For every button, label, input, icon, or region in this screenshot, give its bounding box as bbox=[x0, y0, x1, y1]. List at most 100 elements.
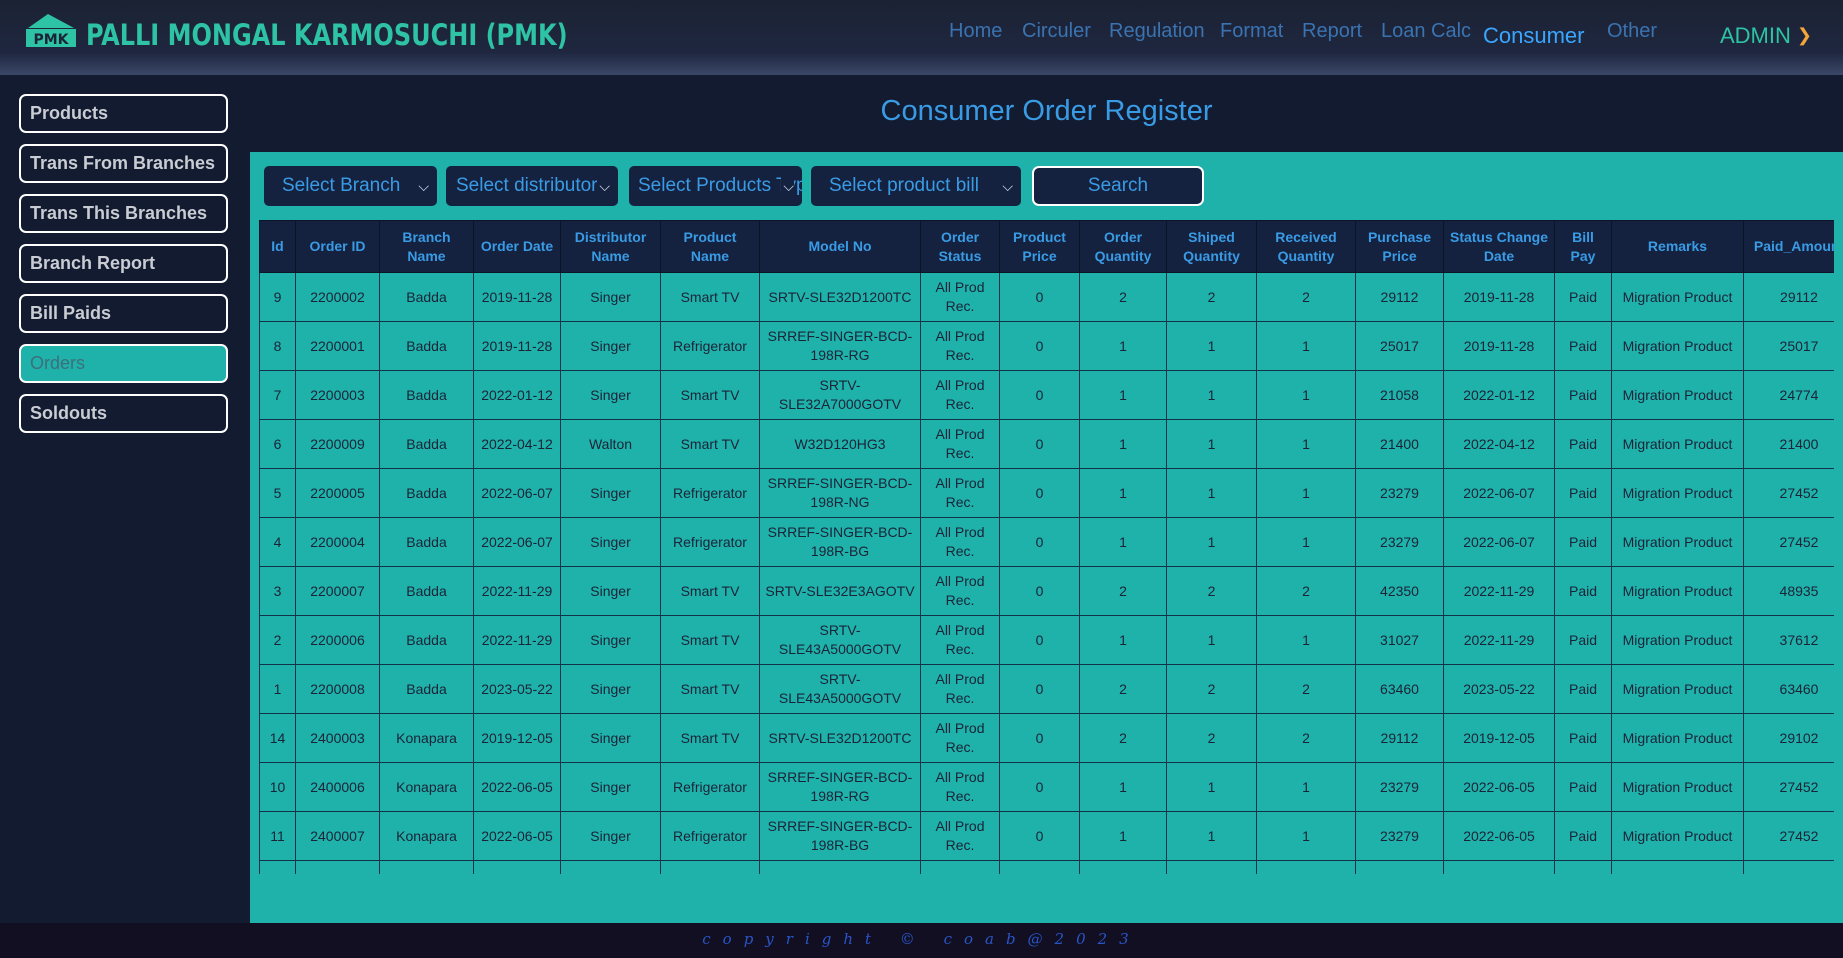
table-cell: 1 bbox=[1256, 517, 1356, 567]
table-cell: Walton bbox=[560, 419, 661, 469]
logo-text: PMK bbox=[33, 32, 69, 48]
table-cell: 1 bbox=[1166, 419, 1257, 469]
branch-select[interactable]: Select Branch ⌵ bbox=[264, 166, 437, 206]
column-header[interactable]: Model No bbox=[759, 220, 921, 273]
orders-table-container[interactable]: Id Order ID Branch Name Order Date Distribut… bbox=[259, 220, 1834, 874]
table-cell: Badda bbox=[379, 517, 474, 567]
table-cell: 1 bbox=[1079, 468, 1167, 518]
table-cell: Badda bbox=[379, 615, 474, 665]
table-cell: Badda bbox=[379, 566, 474, 616]
column-header[interactable]: Purchase Price bbox=[1355, 220, 1444, 273]
table-cell: All Prod bbox=[920, 860, 1000, 874]
nav-other[interactable]: Other bbox=[1607, 20, 1657, 43]
table-cell: Refrigerator bbox=[660, 811, 760, 861]
table-cell: Migration Product bbox=[1611, 419, 1744, 469]
table-cell: 2019-12-05 bbox=[1443, 713, 1555, 763]
table-cell: 0 bbox=[999, 419, 1080, 469]
table-cell: 2400007 bbox=[295, 811, 380, 861]
table-cell: Paid bbox=[1554, 468, 1612, 518]
column-header[interactable]: Order ID bbox=[295, 220, 380, 273]
table-row[interactable]: 2 2200006 Badda 2022-11-29 Singer Smart TV SRT… bbox=[259, 615, 1834, 665]
distributor-select[interactable]: Select distributor ⌵ bbox=[446, 166, 618, 206]
column-header[interactable]: Remarks bbox=[1611, 220, 1744, 273]
products-type-select[interactable]: Select Products Type ⌵ bbox=[629, 166, 802, 206]
table-cell bbox=[560, 860, 661, 874]
column-header[interactable]: Order Status bbox=[920, 220, 1000, 273]
table-cell: Smart TV bbox=[660, 615, 760, 665]
table-cell: 29102 bbox=[1743, 713, 1834, 763]
sidebar-item-orders[interactable]: Orders bbox=[19, 344, 228, 383]
table-cell: Paid bbox=[1554, 615, 1612, 665]
sidebar-item-branch-report[interactable]: Branch Report bbox=[19, 244, 228, 283]
table-row[interactable]: 11 2400007 Konapara 2022-06-05 Singer Refrige… bbox=[259, 811, 1834, 861]
pmk-logo[interactable]: PMK bbox=[24, 12, 78, 50]
column-header[interactable]: Bill Pay bbox=[1554, 220, 1612, 273]
table-row[interactable]: 8 2200001 Badda 2019-11-28 Singer Refrigerato… bbox=[259, 321, 1834, 371]
copyright-text: copyright © coab@2023 bbox=[702, 930, 1141, 948]
chevron-down-icon: ⌵ bbox=[781, 166, 794, 206]
admin-label: ADMIN bbox=[1720, 23, 1791, 48]
table-cell: 27452 bbox=[1743, 468, 1834, 518]
nav-report[interactable]: Report bbox=[1302, 20, 1362, 43]
nav-regulation[interactable]: Regulation bbox=[1109, 20, 1205, 43]
column-header[interactable]: Paid_Amount bbox=[1743, 220, 1834, 273]
table-row[interactable]: 1 2200008 Badda 2023-05-22 Singer Smart TV SRT… bbox=[259, 664, 1834, 714]
column-header[interactable]: Id bbox=[259, 220, 296, 273]
table-row[interactable]: 9 2200002 Badda 2019-11-28 Singer Smart TV SRT… bbox=[259, 272, 1834, 322]
sidebar-item-bill-paids[interactable]: Bill Paids bbox=[19, 294, 228, 333]
table-cell: Badda bbox=[379, 419, 474, 469]
table-cell: 2200009 bbox=[295, 419, 380, 469]
table-cell: Singer bbox=[560, 664, 661, 714]
sidebar: Products Trans From Branches Trans This … bbox=[0, 75, 250, 923]
sidebar-item-products[interactable]: Products bbox=[19, 94, 228, 133]
column-header[interactable]: Branch Name bbox=[379, 220, 474, 273]
table-cell: All Prod Rec. bbox=[920, 615, 1000, 665]
table-row[interactable]: All Prod bbox=[259, 860, 1834, 874]
table-row[interactable]: 10 2400006 Konapara 2022-06-05 Singer Refrige… bbox=[259, 762, 1834, 812]
column-header[interactable]: Order Quantity bbox=[1079, 220, 1167, 273]
table-cell: 2022-06-07 bbox=[1443, 517, 1555, 567]
table-cell: All Prod Rec. bbox=[920, 468, 1000, 518]
table-cell: Migration Product bbox=[1611, 468, 1744, 518]
nav-loan-calc[interactable]: Loan Calc bbox=[1381, 20, 1471, 43]
table-cell: 9 bbox=[259, 272, 296, 322]
column-header[interactable]: Product Price bbox=[999, 220, 1080, 273]
table-row[interactable]: 5 2200005 Badda 2022-06-07 Singer Refrigerato… bbox=[259, 468, 1834, 518]
table-cell: Badda bbox=[379, 664, 474, 714]
nav-circuler[interactable]: Circuler bbox=[1022, 20, 1091, 43]
table-row[interactable]: 14 2400003 Konapara 2019-12-05 Singer Smart T… bbox=[259, 713, 1834, 763]
table-cell: 2 bbox=[1079, 713, 1167, 763]
column-header[interactable]: Order Date bbox=[473, 220, 561, 273]
admin-menu[interactable]: ADMIN ❯ bbox=[1720, 23, 1812, 49]
sidebar-item-trans-this-branches[interactable]: Trans This Branches bbox=[19, 194, 228, 233]
table-cell: 2200004 bbox=[295, 517, 380, 567]
nav-home[interactable]: Home bbox=[949, 20, 1002, 43]
table-cell: 42350 bbox=[1355, 566, 1444, 616]
column-header[interactable]: Product Name bbox=[660, 220, 760, 273]
distributor-select-value: Select distributor bbox=[456, 175, 598, 196]
product-bill-select[interactable]: Select product bill ⌵ bbox=[811, 166, 1021, 206]
table-row[interactable]: 3 2200007 Badda 2022-11-29 Singer Smart TV SRT… bbox=[259, 566, 1834, 616]
column-header[interactable]: Distributor Name bbox=[560, 220, 661, 273]
nav-format[interactable]: Format bbox=[1220, 20, 1283, 43]
table-cell: Refrigerator bbox=[660, 517, 760, 567]
table-cell: Refrigerator bbox=[660, 468, 760, 518]
table-cell bbox=[1166, 860, 1257, 874]
table-cell: Singer bbox=[560, 468, 661, 518]
table-cell: 0 bbox=[999, 811, 1080, 861]
column-header[interactable]: Status Change Date bbox=[1443, 220, 1555, 273]
nav-consumer[interactable]: Consumer bbox=[1483, 23, 1584, 49]
table-row[interactable]: 7 2200003 Badda 2022-01-12 Singer Smart TV SRT… bbox=[259, 370, 1834, 420]
sidebar-item-soldouts[interactable]: Soldouts bbox=[19, 394, 228, 433]
table-cell: SRREF-SINGER-BCD-198R-RG bbox=[759, 762, 921, 812]
table-cell: 2022-11-29 bbox=[1443, 615, 1555, 665]
search-button[interactable]: Search bbox=[1032, 166, 1204, 206]
table-row[interactable]: 6 2200009 Badda 2022-04-12 Walton Smart TV W32… bbox=[259, 419, 1834, 469]
table-row[interactable]: 4 2200004 Badda 2022-06-07 Singer Refrigerato… bbox=[259, 517, 1834, 567]
column-header[interactable]: Received Quantity bbox=[1256, 220, 1356, 273]
table-cell: Migration Product bbox=[1611, 615, 1744, 665]
sidebar-item-trans-from-branches[interactable]: Trans From Branches bbox=[19, 144, 228, 183]
table-cell: Paid bbox=[1554, 713, 1612, 763]
column-header[interactable]: Shiped Quantity bbox=[1166, 220, 1257, 273]
table-cell: 1 bbox=[1256, 762, 1356, 812]
